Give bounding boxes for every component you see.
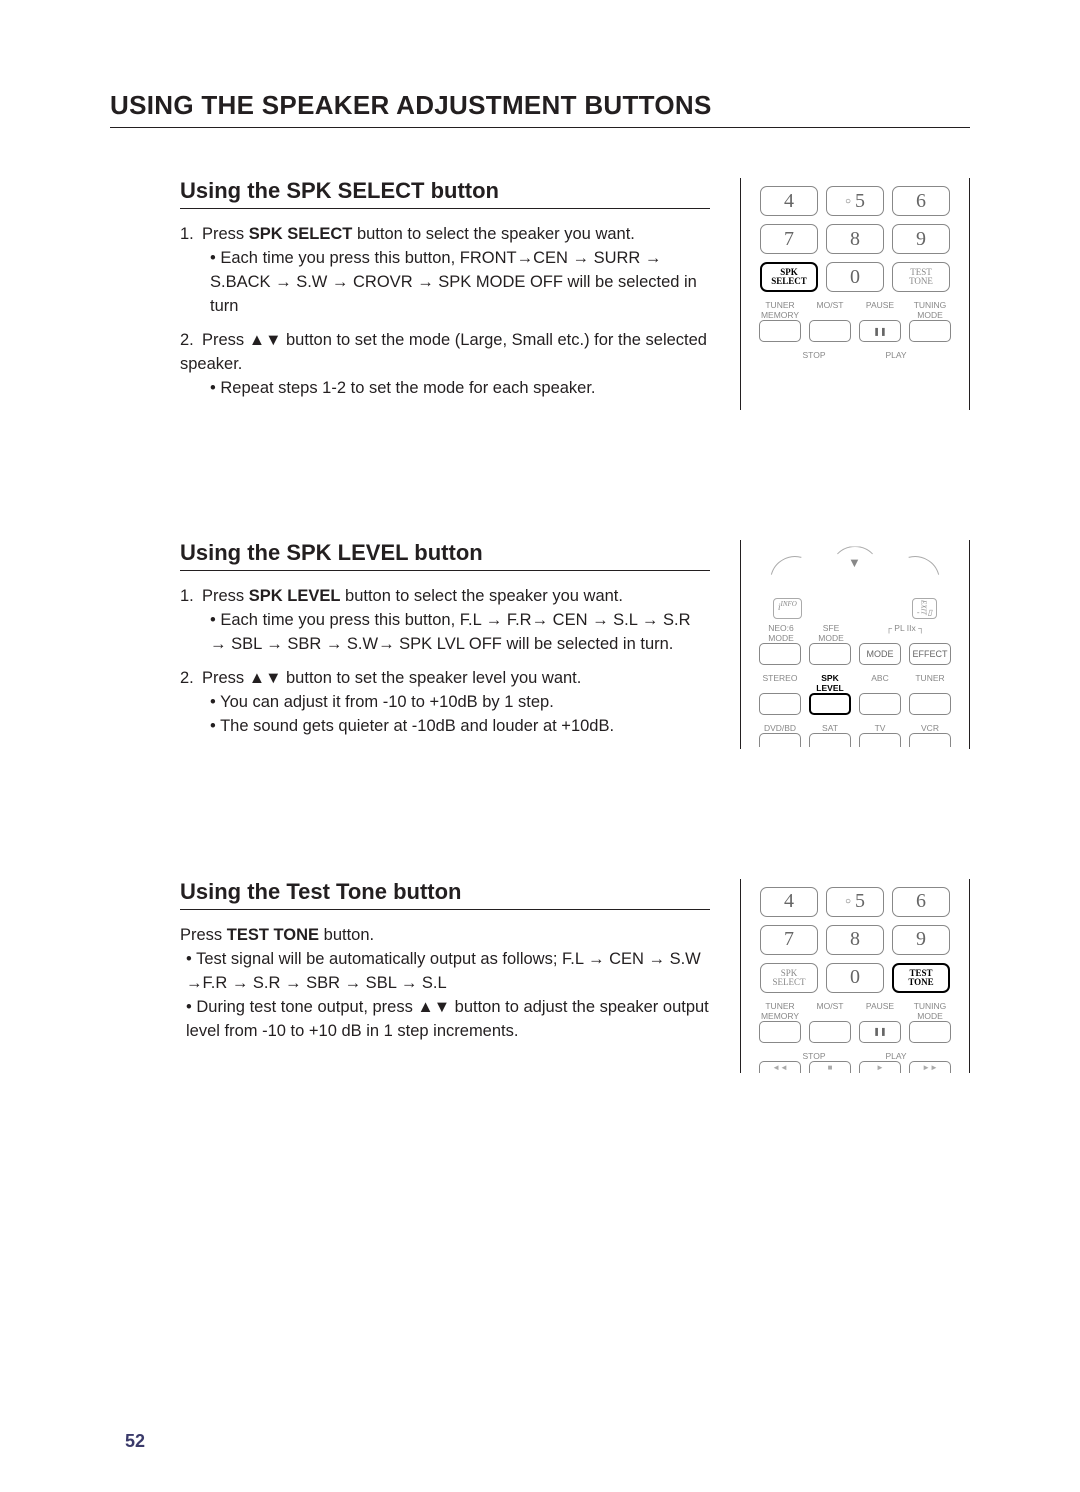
remote-btn-7: 7	[760, 925, 818, 955]
label-tuner-memory: TUNER MEMORY	[759, 300, 801, 320]
label-sfe: SFE MODE	[810, 623, 852, 643]
remote-btn-effect: EFFECT	[909, 643, 951, 665]
remote-btn-most	[809, 1021, 851, 1043]
remote-btn-8: 8	[826, 925, 884, 955]
label-tuning-mode: TUNING MODE	[909, 1001, 951, 1021]
remote-btn-0: 0	[826, 963, 884, 993]
remote-btn-7: 7	[760, 224, 818, 254]
label-pause: PAUSE	[859, 300, 901, 320]
remote-btn-tuner	[909, 693, 951, 715]
transport-prev-icon: ◄◄	[759, 1061, 801, 1073]
remote-btn-6: 6	[892, 186, 950, 216]
subtitle-spk-level: Using the SPK LEVEL button	[180, 540, 710, 571]
remote-btn-4: 4	[760, 887, 818, 917]
label-neo6: NEO:6 MODE	[760, 623, 802, 643]
test-tone-bullet-2: During test tone output, press ▲▼ button…	[186, 996, 710, 1044]
step-2-bullet-2: The sound gets quieter at -10dB and loud…	[210, 715, 710, 739]
label-pause: PAUSE	[859, 1001, 901, 1021]
label-spk-level: SPK LEVEL	[809, 673, 851, 693]
label-play: PLAY	[875, 1051, 917, 1061]
subtitle-test-tone: Using the Test Tone button	[180, 879, 710, 910]
transport-next-icon: ►►	[909, 1061, 951, 1073]
label-abc: ABC	[859, 673, 901, 693]
remote-btn-8: 8	[826, 224, 884, 254]
remote-btn-5: ○5	[826, 887, 884, 917]
remote-btn-tuning-mode	[909, 1021, 951, 1043]
label-dvdbd: DVD/BD	[759, 723, 801, 733]
step-1: 1.Press SPK LEVEL button to select the s…	[180, 585, 710, 657]
section-spk-select: Using the SPK SELECT button 1.Press SPK …	[110, 178, 970, 410]
remote-btn-4: 4	[760, 186, 818, 216]
step-2: 2.Press ▲▼ button to set the speaker lev…	[180, 667, 710, 739]
remote-btn-5: ○5	[826, 186, 884, 216]
test-tone-bullet-1: Test signal will be automatically output…	[186, 948, 710, 996]
page-number: 52	[125, 1431, 145, 1452]
section-test-tone: Using the Test Tone button Press TEST TO…	[110, 879, 970, 1073]
remote-diagram-test-tone: 4 ○5 6 7 8 9 SPKSELECT 0 TESTTONE TUNER …	[740, 879, 970, 1073]
label-play: PLAY	[875, 350, 917, 360]
remote-btn-sfe	[809, 643, 851, 665]
remote-btn-tuner-memory	[759, 320, 801, 342]
transport-stop-icon: ■	[809, 1061, 851, 1073]
nav-arc-down	[830, 546, 880, 596]
label-vcr: VCR	[909, 723, 951, 733]
remote-diagram-spk-level: iINFO -EXIT▯ NEO:6 MODE SFE MODE ┌ PL II…	[740, 540, 970, 749]
remote-btn-mode: MODE	[859, 643, 901, 665]
remote-btn-pause: ❚❚	[859, 1021, 901, 1043]
remote-btn-tuner-memory	[759, 1021, 801, 1043]
label-tv: TV	[859, 723, 901, 733]
label-stop: STOP	[793, 350, 835, 360]
remote-btn-stereo	[759, 693, 801, 715]
remote-btn-vcr	[909, 733, 951, 747]
remote-btn-spk-select: SPKSELECT	[760, 963, 818, 993]
step-2: 2.Press ▲▼ button to set the mode (Large…	[180, 329, 710, 401]
remote-btn-0: 0	[826, 262, 884, 292]
step-1: 1.Press SPK SELECT button to select the …	[180, 223, 710, 319]
page-title: USING THE SPEAKER ADJUSTMENT BUTTONS	[110, 90, 970, 128]
label-stereo: STEREO	[759, 673, 801, 693]
subtitle-spk-select: Using the SPK SELECT button	[180, 178, 710, 209]
transport-play-icon: ►	[859, 1061, 901, 1073]
remote-btn-9: 9	[892, 224, 950, 254]
remote-diagram-spk-select: 4 ○5 6 7 8 9 SPKSELECT 0 TESTTONE TUNER …	[740, 178, 970, 410]
remote-btn-test-tone: TESTTONE	[892, 262, 950, 292]
label-most: MO/ST	[809, 300, 851, 320]
remote-btn-most	[809, 320, 851, 342]
test-tone-intro: Press TEST TONE button.	[180, 924, 710, 948]
step-1-bullet: Each time you press this button, FRONT→C…	[210, 247, 710, 319]
label-plii: ┌ PL IIx ┐	[860, 623, 950, 643]
remote-btn-neo6	[759, 643, 801, 665]
remote-btn-pause: ❚❚	[859, 320, 901, 342]
step-2-bullet-1: You can adjust it from -10 to +10dB by 1…	[210, 691, 710, 715]
step-1-bullet: Each time you press this button, F.L → F…	[210, 609, 710, 657]
remote-btn-tv	[859, 733, 901, 747]
label-sat: SAT	[809, 723, 851, 733]
remote-btn-spk-level	[809, 693, 851, 715]
label-tuner: TUNER	[909, 673, 951, 693]
label-most: MO/ST	[809, 1001, 851, 1021]
remote-btn-dvdbd	[759, 733, 801, 747]
remote-btn-sat	[809, 733, 851, 747]
remote-btn-6: 6	[892, 887, 950, 917]
remote-btn-spk-select: SPKSELECT	[760, 262, 818, 292]
step-2-bullet: Repeat steps 1-2 to set the mode for eac…	[210, 377, 710, 401]
section-spk-level: Using the SPK LEVEL button 1.Press SPK L…	[110, 540, 970, 749]
remote-btn-test-tone: TESTTONE	[892, 963, 950, 993]
remote-btn-abc	[859, 693, 901, 715]
exit-button: -EXIT▯	[912, 598, 937, 619]
remote-btn-tuning-mode	[909, 320, 951, 342]
remote-btn-9: 9	[892, 925, 950, 955]
label-tuning-mode: TUNING MODE	[909, 300, 951, 320]
info-button: iINFO	[773, 598, 802, 619]
label-tuner-memory: TUNER MEMORY	[759, 1001, 801, 1021]
label-stop: STOP	[793, 1051, 835, 1061]
